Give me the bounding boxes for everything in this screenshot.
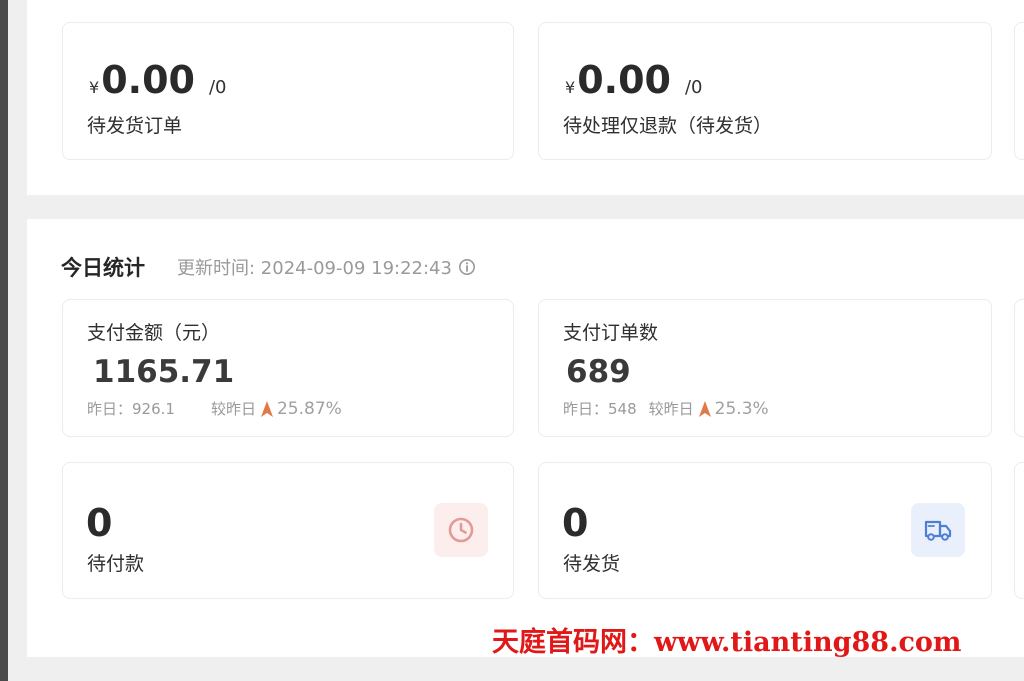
up-arrow-icon	[260, 400, 274, 418]
amount-value: 0.00	[101, 58, 195, 102]
refund-only-pending-card[interactable]: ¥ 0.00 /0 待处理仅退款（待发货）	[538, 22, 992, 160]
change-percent: 25.87%	[276, 398, 342, 419]
truck-icon	[911, 503, 965, 557]
amount-value: 0.00	[577, 58, 671, 102]
partial-card-bottom	[1014, 462, 1024, 599]
dashboard-page: ¥ 0.00 /0 待发货订单 ¥ 0.00 /0 待处理仅退款（待发货） 今日…	[0, 0, 1024, 681]
update-time-text: 更新时间: 2024-09-09 19:22:43	[177, 258, 452, 279]
stat-comparison: 昨日：926.1 较昨日 25.87%	[87, 398, 342, 419]
update-time: 更新时间: 2024-09-09 19:22:43	[177, 254, 476, 280]
compare-label: 较昨日	[648, 400, 694, 418]
change-percent: 25.3%	[714, 398, 769, 419]
pending-shipment-card[interactable]: 0 待发货	[538, 462, 992, 599]
stat-comparison: 昨日：548 较昨日 25.3%	[563, 398, 769, 419]
stat-value: 1165.71	[93, 354, 235, 390]
card-label: 待付款	[87, 553, 145, 575]
paid-orders-card[interactable]: 支付订单数 689 昨日：548 较昨日 25.3%	[538, 299, 992, 437]
yesterday-value: 昨日：926.1	[87, 400, 175, 418]
payment-amount-card[interactable]: 支付金额（元） 1165.71 昨日：926.1 较昨日 25.87%	[62, 299, 514, 437]
card-label: 待处理仅退款（待发货）	[563, 115, 773, 137]
order-count: /0	[684, 77, 703, 98]
clock-icon	[434, 503, 488, 557]
compare-label: 较昨日	[210, 400, 256, 418]
watermark-text: 天庭首码网：www.tianting88.com	[492, 627, 962, 658]
pending-count: 0	[86, 501, 113, 545]
pending-shipment-orders-card[interactable]: ¥ 0.00 /0 待发货订单	[62, 22, 514, 160]
pending-count: 0	[562, 501, 589, 545]
section-title: 今日统计	[61, 256, 145, 280]
card-label: 待发货	[563, 553, 621, 575]
left-window-edge	[0, 0, 8, 681]
up-arrow-icon	[698, 400, 712, 418]
currency-symbol: ¥	[89, 78, 100, 97]
refund-only-amount: ¥ 0.00 /0	[565, 61, 702, 99]
pending-payment-card[interactable]: 0 待付款	[62, 462, 514, 599]
stat-value: 689	[566, 354, 631, 390]
currency-symbol: ¥	[565, 78, 576, 97]
stat-title: 支付订单数	[563, 322, 659, 344]
partial-card-top	[1014, 22, 1024, 160]
partial-card-middle	[1014, 299, 1024, 437]
pending-shipment-amount: ¥ 0.00 /0	[89, 61, 226, 99]
info-icon[interactable]	[458, 258, 476, 276]
yesterday-value: 昨日：548	[563, 400, 637, 418]
card-label: 待发货订单	[87, 115, 183, 137]
order-count: /0	[208, 77, 227, 98]
stat-title: 支付金额（元）	[87, 322, 221, 344]
